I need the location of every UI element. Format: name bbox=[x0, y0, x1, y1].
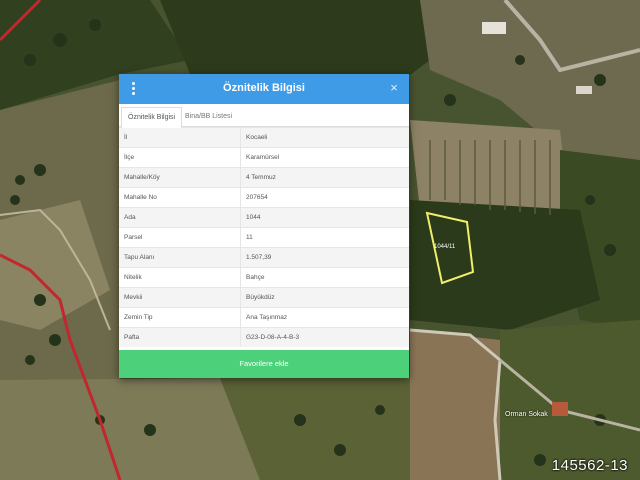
tab-building-list[interactable]: Bina/BB Listesi bbox=[179, 107, 238, 126]
dialog-header: Öznitelik Bilgisi × bbox=[119, 74, 409, 104]
attribute-key: İl bbox=[119, 127, 241, 148]
attribute-info-dialog: Öznitelik Bilgisi × Öznitelik Bilgisi Bi… bbox=[119, 74, 409, 378]
attribute-value: 1044 bbox=[240, 207, 409, 228]
attribute-key: Mevkii bbox=[119, 287, 241, 308]
attribute-key: Nitelik bbox=[119, 267, 241, 288]
table-row: Mahalle/Köy 4 Temmuz bbox=[119, 167, 409, 188]
attribute-key: İlçe bbox=[119, 147, 241, 168]
attribute-value: 4 Temmuz bbox=[240, 167, 409, 188]
attribute-value: G23-D-08-A-4-B-3 bbox=[240, 327, 409, 347]
attribute-value: 1.507,39 bbox=[240, 247, 409, 268]
table-row: Tapu Alanı 1.507,39 bbox=[119, 247, 409, 268]
table-row: Mevkii Büyükdüz bbox=[119, 287, 409, 308]
attribute-value: Büyükdüz bbox=[240, 287, 409, 308]
attribute-value: 207654 bbox=[240, 187, 409, 208]
attribute-key: Ada bbox=[119, 207, 241, 228]
table-row: Pafta G23-D-08-A-4-B-3 bbox=[119, 327, 409, 347]
add-to-favorites-button[interactable]: Favorilere ekle bbox=[119, 350, 409, 378]
dialog-tabs: Öznitelik Bilgisi Bina/BB Listesi bbox=[119, 104, 409, 128]
attribute-key: Mahalle/Köy bbox=[119, 167, 241, 188]
attribute-value: Bahçe bbox=[240, 267, 409, 288]
attribute-key: Mahalle No bbox=[119, 187, 241, 208]
close-icon[interactable]: × bbox=[387, 81, 401, 95]
watermark-id: 145562-13 bbox=[551, 457, 628, 474]
table-row: Nitelik Bahçe bbox=[119, 267, 409, 288]
table-row: Mahalle No 207654 bbox=[119, 187, 409, 208]
table-row: Zemin Tip Ana Taşınmaz bbox=[119, 307, 409, 328]
street-label: Orman Sokak bbox=[505, 411, 548, 418]
table-row: Ada 1044 bbox=[119, 207, 409, 228]
attribute-key: Pafta bbox=[119, 327, 241, 347]
attribute-table: İl Kocaeli İlçe Karamürsel Mahalle/Köy 4 Temm… bbox=[119, 127, 409, 347]
attribute-value: Karamürsel bbox=[240, 147, 409, 168]
attribute-value: 11 bbox=[240, 227, 409, 248]
attribute-key: Parsel bbox=[119, 227, 241, 248]
table-row: İlçe Karamürsel bbox=[119, 147, 409, 168]
attribute-value: Ana Taşınmaz bbox=[240, 307, 409, 328]
attribute-key: Tapu Alanı bbox=[119, 247, 241, 268]
table-row: Parsel 11 bbox=[119, 227, 409, 248]
parcel-map-label: 1044/11 bbox=[434, 244, 456, 250]
attribute-value: Kocaeli bbox=[240, 127, 409, 148]
tab-attribute-info[interactable]: Öznitelik Bilgisi bbox=[121, 107, 183, 128]
attribute-key: Zemin Tip bbox=[119, 307, 241, 328]
table-row: İl Kocaeli bbox=[119, 127, 409, 148]
dialog-title: Öznitelik Bilgisi bbox=[223, 82, 305, 94]
